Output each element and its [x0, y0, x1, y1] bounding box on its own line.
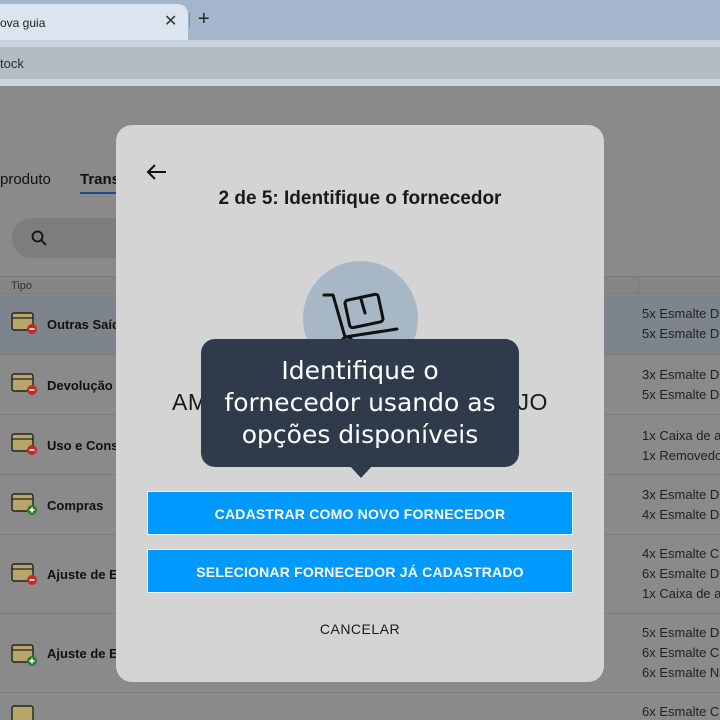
- tooltip-line: Identifique o: [281, 356, 439, 385]
- row-item: 5x Esmalte D: [642, 625, 720, 640]
- row-item: 6x Esmalte N: [642, 665, 720, 680]
- active-tab-indicator: [80, 192, 116, 194]
- row-item: 1x Caixa de a: [642, 428, 720, 443]
- row-item: 4x Esmalte D: [642, 507, 720, 522]
- tab-produto[interactable]: produto: [0, 171, 51, 188]
- column-header-tipo: Tipo: [11, 280, 32, 292]
- tab-separator: [189, 12, 190, 28]
- row-item: 3x Esmalte D: [642, 487, 720, 502]
- modal-title: 2 de 5: Identifique o fornecedor: [218, 188, 502, 209]
- row-type-label: Ajuste de E: [47, 567, 118, 582]
- row-items: 3x Esmalte D 4x Esmalte D: [642, 485, 719, 525]
- row-type-label: Devolução: [47, 378, 113, 393]
- row-item: 5x Esmalte D: [642, 306, 720, 321]
- row-item: 4x Esmalte C: [642, 546, 720, 561]
- tab-transacoes[interactable]: Trans: [80, 171, 120, 188]
- new-tab-button[interactable]: +: [198, 8, 210, 30]
- tooltip-pointer: [349, 465, 373, 478]
- row-items: 6x Esmalte C: [642, 702, 719, 720]
- column-divider: [638, 276, 639, 294]
- box-plus-icon: [11, 644, 37, 666]
- table-row[interactable]: 6x Esmalte C: [0, 693, 720, 720]
- row-type-label: Ajuste de E: [47, 646, 118, 661]
- select-existing-supplier-button[interactable]: SELECIONAR FORNECEDOR JÁ CADASTRADO: [147, 549, 573, 593]
- row-type-label: Outras Saíd: [47, 317, 120, 332]
- search-icon: [31, 230, 47, 246]
- row-item: 1x Caixa de a: [642, 586, 720, 601]
- box-minus-icon: [11, 705, 34, 720]
- row-item: 1x Removedo: [642, 448, 720, 463]
- close-tab-icon[interactable]: ✕: [164, 13, 177, 31]
- row-item: 6x Esmalte D: [642, 566, 720, 581]
- row-type-label: Compras: [47, 498, 104, 513]
- row-item: 6x Esmalte C: [642, 645, 720, 660]
- row-type-label: Uso e Cons: [47, 438, 119, 453]
- row-item: 3x Esmalte D: [642, 367, 720, 382]
- browser-tab-bar: ova guia ✕ +: [0, 0, 720, 40]
- box-minus-icon: [11, 312, 37, 334]
- row-items: 1x Caixa de a 1x Removedo: [642, 426, 720, 466]
- row-items: 4x Esmalte C 6x Esmalte D 1x Caixa de a: [642, 544, 720, 604]
- row-items: 5x Esmalte D 6x Esmalte C 6x Esmalte N: [642, 623, 719, 683]
- tooltip-line: fornecedor usando as: [224, 388, 496, 417]
- guide-tooltip: Identifique o fornecedor usando as opçõe…: [201, 339, 519, 478]
- browser-tab-title: ova guia: [0, 16, 46, 30]
- box-minus-icon: [11, 373, 37, 395]
- cancel-button[interactable]: CANCELAR: [116, 621, 604, 637]
- address-bar: tock: [0, 40, 720, 86]
- address-text: tock: [0, 56, 24, 71]
- browser-tab[interactable]: ova guia ✕: [0, 4, 188, 40]
- back-arrow-icon[interactable]: [146, 163, 168, 181]
- tooltip-text: Identifique o fornecedor usando as opçõe…: [201, 355, 519, 451]
- box-plus-icon: [11, 493, 37, 515]
- box-minus-icon: [11, 563, 37, 585]
- row-items: 5x Esmalte D 5x Esmalte D: [642, 304, 719, 344]
- partial-label-right: JO: [517, 389, 548, 415]
- box-minus-icon: [11, 433, 37, 455]
- address-field[interactable]: [0, 47, 720, 79]
- row-item: 5x Esmalte D: [642, 387, 720, 402]
- register-new-supplier-button[interactable]: CADASTRAR COMO NOVO FORNECEDOR: [147, 491, 573, 535]
- row-items: 3x Esmalte D 5x Esmalte D: [642, 365, 719, 405]
- tooltip-line: opções disponíveis: [241, 420, 479, 449]
- row-item: 5x Esmalte D: [642, 326, 720, 341]
- row-item: 6x Esmalte C: [642, 704, 720, 719]
- search-input[interactable]: [12, 218, 132, 258]
